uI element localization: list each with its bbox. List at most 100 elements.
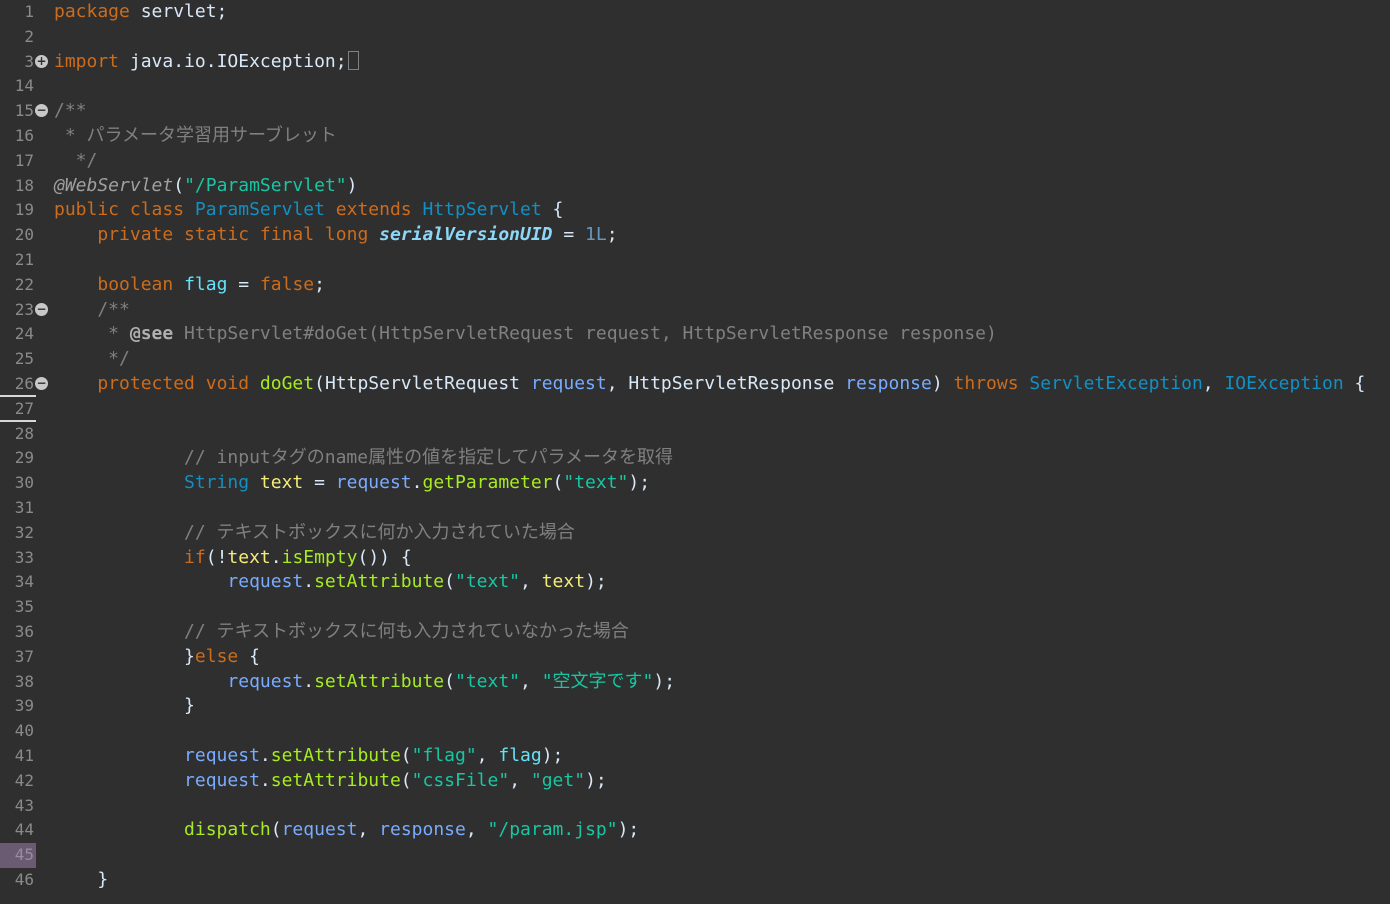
line-number: 27	[0, 397, 36, 422]
code-text: dispatch(request, response, "/param.jsp"…	[54, 818, 639, 843]
code-editor[interactable]: 1 package servlet; 2 3 + import java.io.IOExc…	[0, 0, 1390, 904]
code-text: boolean flag = false;	[54, 273, 325, 298]
code-line[interactable]: 45	[0, 843, 1390, 868]
line-number: 44	[14, 820, 34, 840]
code-text: import java.io.IOException;	[54, 50, 359, 75]
code-text: // テキストボックスに何も入力されていなかった場合	[54, 620, 629, 645]
code-line[interactable]: 24 * @see HttpServlet#doGet(HttpServletR…	[0, 322, 1390, 347]
line-number: 3	[24, 51, 34, 71]
code-token: (	[400, 769, 412, 791]
code-line[interactable]: 1 package servlet;	[0, 0, 1390, 25]
code-token: doGet	[259, 373, 315, 394]
code-line[interactable]: 3 + import java.io.IOException;	[0, 50, 1390, 75]
code-line[interactable]: 31	[0, 496, 1390, 521]
code-line[interactable]: 39 }	[0, 694, 1390, 719]
code-line[interactable]: 34 request.setAttribute("text", text);	[0, 570, 1390, 595]
code-token: // テキストボックスに何か入力されていた場合	[184, 521, 575, 543]
code-line[interactable]: 26− protected void doGet(HttpServletRequ…	[0, 372, 1390, 397]
code-token: IOException	[1224, 373, 1344, 394]
code-token: .	[259, 769, 271, 791]
code-line[interactable]: 18 @WebServlet("/ParamServlet")	[0, 174, 1390, 199]
collapsed-imports-icon[interactable]	[347, 50, 359, 70]
code-line[interactable]: 20 private static final long serialVersi…	[0, 223, 1390, 248]
code-token: (	[270, 819, 282, 841]
code-text: }	[54, 694, 195, 719]
code-token: );	[653, 670, 676, 692]
code-line[interactable]: 30 String text = request.getParameter("t…	[0, 471, 1390, 496]
code-token: dispatch	[184, 819, 271, 841]
code-line[interactable]: 23− /**	[0, 298, 1390, 323]
code-token: response	[379, 819, 466, 841]
code-token: ,	[520, 670, 542, 692]
code-token: String	[184, 472, 260, 494]
code-text: */	[54, 149, 98, 174]
code-line[interactable]: 15−/**	[0, 99, 1390, 124]
code-token: .	[303, 571, 315, 593]
fold-collapse-icon[interactable]: −	[35, 104, 48, 118]
code-token: );	[628, 472, 651, 494]
code-line[interactable]: 44 dispatch(request, response, "/param.j…	[0, 818, 1390, 843]
code-token: .	[259, 745, 271, 766]
code-token: request	[184, 769, 260, 791]
code-line[interactable]: 37 }else {	[0, 645, 1390, 670]
code-line[interactable]: 2	[0, 25, 1390, 50]
code-line[interactable]: 43	[0, 794, 1390, 819]
line-number: 43	[14, 795, 34, 815]
code-line[interactable]: 21	[0, 248, 1390, 273]
code-token: /**	[54, 298, 130, 320]
code-line[interactable]: 29 // inputタグのname属性の値を指定してパラメータを取得	[0, 446, 1390, 471]
code-line[interactable]: 46 }	[0, 868, 1390, 893]
code-token: ServletException	[1029, 373, 1203, 394]
fold-expand-icon[interactable]: +	[35, 54, 48, 68]
code-line[interactable]: 19 public class ParamServlet extends Http…	[0, 198, 1390, 223]
code-token: */	[54, 149, 98, 171]
code-line[interactable]: 35	[0, 595, 1390, 620]
code-line[interactable]: 36 // テキストボックスに何も入力されていなかった場合	[0, 620, 1390, 645]
line-number: 25	[14, 349, 34, 369]
code-token: throws	[953, 373, 1030, 394]
line-number: 19	[14, 200, 34, 220]
code-text: package servlet;	[54, 0, 227, 25]
code-line[interactable]: 32 // テキストボックスに何か入力されていた場合	[0, 521, 1390, 546]
code-token: HttpServlet#doGet(HttpServletRequest req…	[173, 323, 997, 345]
fold-collapse-icon[interactable]: −	[35, 302, 48, 316]
line-number: 34	[14, 572, 34, 592]
code-text: // テキストボックスに何か入力されていた場合	[54, 521, 575, 546]
code-line[interactable]: 40	[0, 719, 1390, 744]
code-line[interactable]: 33 if(!text.isEmpty()) {	[0, 546, 1390, 571]
code-line[interactable]: 17 */	[0, 149, 1390, 174]
code-line[interactable]: 14	[0, 74, 1390, 99]
code-line[interactable]: 28	[0, 422, 1390, 447]
code-token: text	[259, 472, 304, 494]
code-token: // テキストボックスに何も入力されていなかった場合	[184, 621, 629, 642]
code-token: /**	[54, 100, 87, 122]
code-line[interactable]: 27	[0, 397, 1390, 422]
code-token: );	[585, 571, 607, 593]
line-number: 31	[14, 498, 34, 517]
code-token: 1L	[585, 224, 607, 246]
code-token: ,	[465, 819, 488, 841]
fold-collapse-icon[interactable]: −	[35, 377, 48, 390]
code-token: {	[238, 645, 260, 667]
code-line[interactable]: 38 request.setAttribute("text", "空文字です")…	[0, 670, 1390, 695]
line-number: 15	[14, 101, 34, 121]
code-text: public class ParamServlet extends HttpSe…	[54, 198, 563, 223]
code-token: request	[281, 819, 358, 841]
code-text: request.setAttribute("text", text);	[54, 570, 607, 595]
code-line[interactable]: 42 request.setAttribute("cssFile", "get"…	[0, 769, 1390, 794]
code-line[interactable]: 25 */	[0, 347, 1390, 372]
code-token: setAttribute	[270, 745, 401, 766]
code-line[interactable]: 22 boolean flag = false;	[0, 273, 1390, 298]
code-line[interactable]: 16 * パラメータ学習用サーブレット	[0, 124, 1390, 149]
code-token: =	[303, 472, 336, 494]
code-token: "空文字です"	[541, 670, 654, 692]
code-token: ()) {	[357, 546, 412, 568]
line-number: 45	[0, 843, 36, 868]
code-token: request	[184, 745, 260, 766]
code-line[interactable]: 41 request.setAttribute("flag", flag);	[0, 744, 1390, 769]
line-number: 28	[14, 423, 34, 443]
